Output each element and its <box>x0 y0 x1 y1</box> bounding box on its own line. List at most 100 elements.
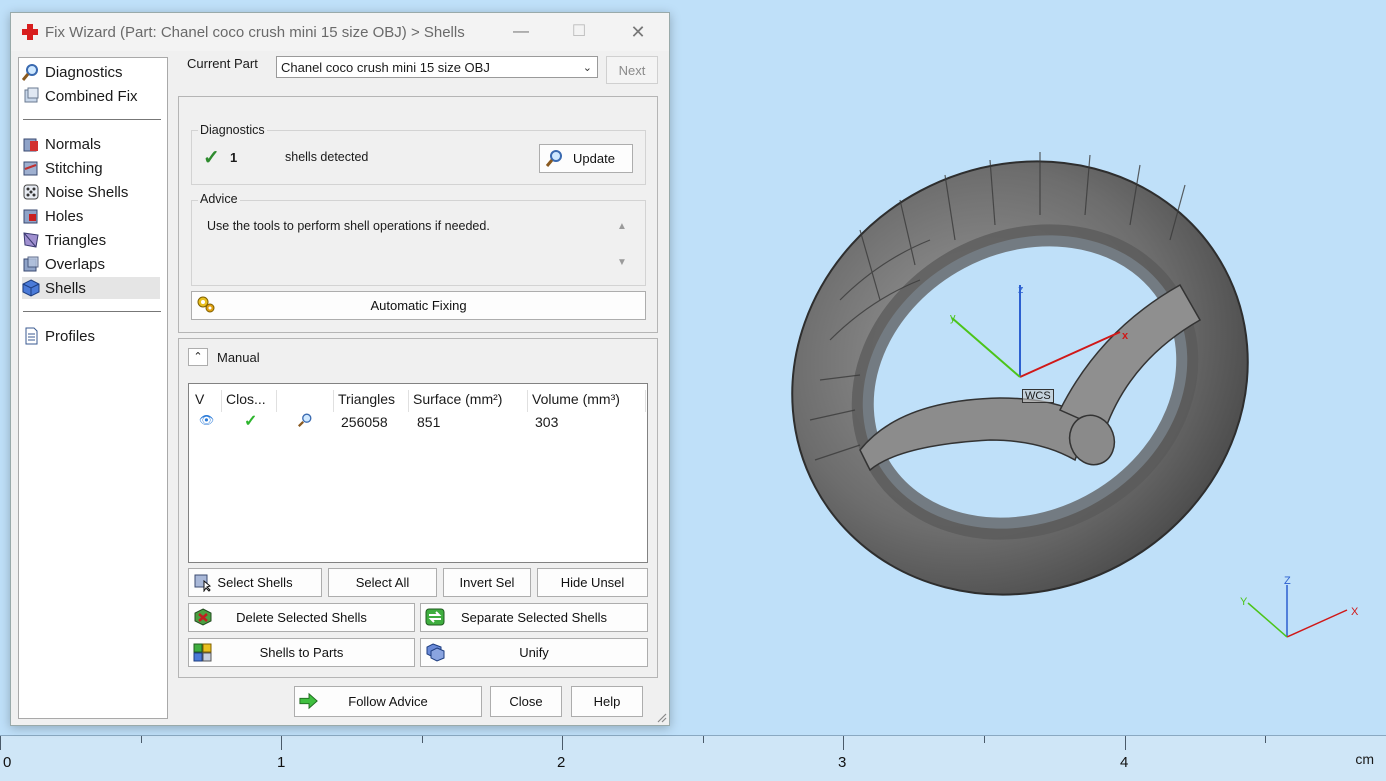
nav-label: Holes <box>45 207 84 225</box>
window-title: Fix Wizard (Part: Chanel coco crush mini… <box>45 24 465 41</box>
x-axis-label: x <box>1122 330 1129 342</box>
nav-label: Stitching <box>45 159 103 177</box>
delete-selected-shells-button[interactable]: Delete Selected Shells <box>188 603 415 632</box>
nav-label: Triangles <box>45 231 107 249</box>
nav-item-triangles[interactable]: Triangles <box>22 229 160 251</box>
ruler-unit: cm <box>1355 751 1374 767</box>
red-cross-app-icon <box>22 24 38 40</box>
shells-table: V Clos... Triangles Surface (mm²) Volume… <box>188 383 648 563</box>
wcs-origin-label: WCS <box>1022 389 1054 403</box>
separate-selected-shells-button[interactable]: Separate Selected Shells <box>420 603 648 632</box>
shells-to-parts-button[interactable]: Shells to Parts <box>188 638 415 667</box>
cube-red-face-icon <box>23 138 38 152</box>
triad-y-label: Y <box>1240 596 1248 608</box>
triad-x-label: X <box>1351 606 1359 618</box>
shell-count: 1 <box>230 150 238 165</box>
magnifier-icon <box>22 64 38 81</box>
column-header[interactable]: Clos... <box>222 390 277 412</box>
magnifier-icon[interactable] <box>297 412 313 428</box>
nav-separator <box>23 311 161 312</box>
magnifier-icon <box>545 150 562 167</box>
nav-label: Noise Shells <box>45 183 129 201</box>
column-header[interactable]: V <box>191 390 222 412</box>
unify-button[interactable]: Unify <box>420 638 648 667</box>
diagnostics-group-title: Diagnostics <box>198 123 267 137</box>
delete-cube-icon <box>194 608 212 626</box>
manual-title: Manual <box>217 350 260 365</box>
nav-item-profiles[interactable]: Profiles <box>22 325 160 347</box>
nav-item-normals[interactable]: Normals <box>22 133 160 155</box>
y-axis-label: y <box>950 312 956 324</box>
advice-group-title: Advice <box>198 192 240 206</box>
column-header[interactable]: Surface (mm²) <box>409 390 528 412</box>
triangle-prism-icon <box>23 232 39 248</box>
help-button[interactable]: Help <box>571 686 643 717</box>
follow-advice-button[interactable]: Follow Advice <box>294 686 482 717</box>
ruler-label: 2 <box>557 754 566 771</box>
nav-label: Diagnostics <box>45 63 123 81</box>
nav-item-diagnostics[interactable]: Diagnostics <box>22 61 160 83</box>
current-part-select[interactable]: Chanel coco crush mini 15 size OBJ ⌄ <box>276 56 598 78</box>
follow-advice-label: Follow Advice <box>348 694 428 709</box>
nav-item-noise-shells[interactable]: Noise Shells <box>22 181 160 203</box>
update-button[interactable]: Update <box>539 144 633 173</box>
minimize-button[interactable]: — <box>506 19 536 45</box>
nav-separator <box>23 119 161 120</box>
nav-item-shells[interactable]: Shells <box>22 277 160 299</box>
column-header[interactable] <box>277 390 334 412</box>
nav-item-stitching[interactable]: Stitching <box>22 157 160 179</box>
chevron-down-icon: ⌄ <box>582 62 592 74</box>
ruler-label: 3 <box>838 754 847 771</box>
scroll-down-arrow-icon[interactable]: ▼ <box>617 257 627 268</box>
select-all-button[interactable]: Select All <box>328 568 437 597</box>
volume-value: 303 <box>535 414 559 430</box>
column-header[interactable]: Triangles <box>334 390 409 412</box>
nav-item-combined-fix[interactable]: Combined Fix <box>22 85 160 107</box>
nav-item-holes[interactable]: Holes <box>22 205 160 227</box>
title-bar[interactable]: Fix Wizard (Part: Chanel coco crush mini… <box>11 13 669 51</box>
current-part-value: Chanel coco crush mini 15 size OBJ <box>281 60 490 75</box>
hide-unsel-button[interactable]: Hide Unsel <box>537 568 648 597</box>
separate-arrows-icon <box>425 608 445 626</box>
nav-label: Shells <box>45 279 86 297</box>
collapse-manual-button[interactable]: ⌃ <box>188 348 208 366</box>
closed-check-icon: ✓ <box>244 413 258 430</box>
green-arrow-icon <box>299 692 318 710</box>
table-row[interactable]: 👁 ✓ 256058 851 303 <box>191 410 645 434</box>
cube-hole-icon <box>23 209 38 224</box>
triad-z-label: Z <box>1284 575 1291 587</box>
ruler-label: 0 <box>3 754 12 771</box>
triangles-value: 256058 <box>341 414 388 430</box>
gears-icon <box>197 296 215 313</box>
column-header[interactable]: Volume (mm³) <box>528 390 646 412</box>
close-button[interactable]: Close <box>490 686 562 717</box>
nav-label: Normals <box>45 135 101 153</box>
next-button[interactable]: Next <box>606 56 658 84</box>
resize-grip-icon[interactable] <box>655 711 667 723</box>
select-shells-button[interactable]: Select Shells <box>188 568 322 597</box>
ruler-label: 4 <box>1120 754 1129 771</box>
close-window-button[interactable]: ✕ <box>623 19 653 45</box>
ruler: 0 1 2 3 4 cm <box>0 735 1386 781</box>
current-part-label: Current Part <box>187 56 258 71</box>
maximize-button[interactable]: ☐ <box>564 19 594 45</box>
delete-selected-label: Delete Selected Shells <box>236 610 367 625</box>
nav-label: Profiles <box>45 327 96 345</box>
eye-icon[interactable]: 👁 <box>199 413 214 427</box>
nav-item-overlaps[interactable]: Overlaps <box>22 253 160 275</box>
ruler-label: 1 <box>277 754 286 771</box>
parts-cubes-icon <box>193 643 212 662</box>
advice-group <box>191 200 646 286</box>
wizard-nav-list: Diagnostics Combined Fix Normals Stitchi… <box>18 57 168 719</box>
document-icon <box>25 327 38 345</box>
surface-value: 851 <box>417 414 441 430</box>
scroll-up-arrow-icon[interactable]: ▲ <box>617 221 627 232</box>
invert-sel-button[interactable]: Invert Sel <box>443 568 531 597</box>
check-icon: ✓ <box>203 147 220 169</box>
update-label: Update <box>573 151 615 166</box>
select-shells-label: Select Shells <box>217 575 293 590</box>
fix-wizard-dialog: Fix Wizard (Part: Chanel coco crush mini… <box>10 12 670 726</box>
automatic-fixing-button[interactable]: Automatic Fixing <box>191 291 646 320</box>
z-axis-label: z <box>1018 284 1024 296</box>
separate-selected-label: Separate Selected Shells <box>461 610 607 625</box>
